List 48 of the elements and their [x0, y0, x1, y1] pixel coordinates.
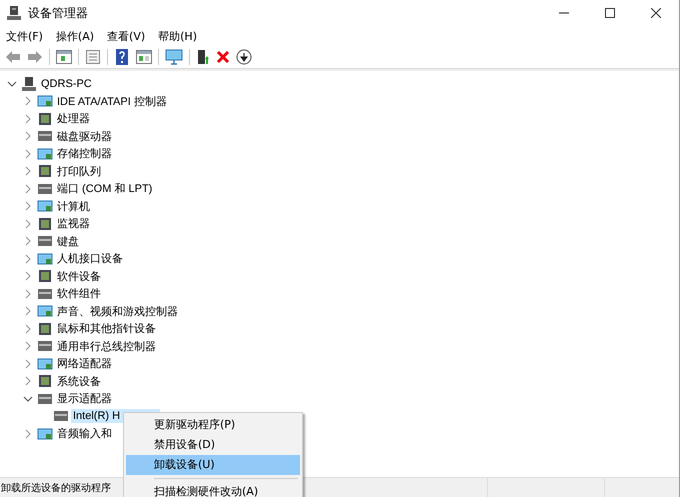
- tree-item[interactable]: 网络适配器: [55, 355, 114, 372]
- panel-toggle-button[interactable]: [53, 47, 75, 67]
- status-text: 卸载所选设备的驱动程序: [0, 482, 111, 494]
- panel-toggle-button[interactable]: [133, 47, 155, 67]
- tree-item[interactable]: 计算机: [55, 198, 92, 215]
- tree-item[interactable]: 鼠标和其他指针设备: [55, 320, 158, 338]
- tree-item[interactable]: 端口 (COM 和 LPT): [55, 180, 154, 198]
- context-menu-item[interactable]: 扫描检测硬件改动(A): [126, 482, 300, 497]
- monitor-icon: [37, 146, 53, 162]
- tree-item[interactable]: 音频输入和: [55, 425, 114, 442]
- tree-item[interactable]: 通用串行总线控制器: [55, 338, 158, 355]
- monitor-icon: [37, 426, 53, 442]
- tree-item[interactable]: 磁盘驱动器: [55, 128, 114, 145]
- maximize-icon: [605, 8, 615, 18]
- monitor-icon: [37, 356, 53, 372]
- tree-item[interactable]: 软件组件: [55, 285, 103, 302]
- menu-item[interactable]: 操作(A): [50, 26, 102, 46]
- computer-icon: [21, 76, 37, 92]
- menu-item[interactable]: 帮助(H): [153, 26, 205, 46]
- monitor-icon: [37, 250, 53, 267]
- tree-item[interactable]: 处理器: [55, 110, 92, 128]
- tree-item[interactable]: 系统设备: [55, 372, 103, 390]
- chip-icon: [37, 373, 53, 390]
- computer-icon: [6, 5, 22, 21]
- tree-item[interactable]: 打印队列: [55, 162, 103, 180]
- context-menu-item[interactable]: 卸载设备(U): [126, 455, 300, 475]
- tree-item[interactable]: 键盘: [55, 232, 81, 250]
- chip-icon: [37, 320, 53, 337]
- chip-icon: [37, 163, 53, 180]
- tree-item[interactable]: 存储控制器: [55, 145, 114, 162]
- chip-icon: [37, 216, 53, 232]
- tree-item[interactable]: 软件设备: [55, 268, 103, 285]
- menu-item[interactable]: 文件(F): [1, 26, 51, 46]
- tree-item[interactable]: IDE ATA/ATAPI 控制器: [55, 92, 169, 110]
- chip-icon: [37, 268, 53, 284]
- context-menu-item[interactable]: 禁用设备(D): [126, 435, 300, 455]
- close-icon: [651, 8, 661, 18]
- tree-item[interactable]: 人机接口设备: [55, 250, 125, 268]
- menu-item[interactable]: 查看(V): [102, 26, 154, 46]
- tree-item[interactable]: QDRS-PC: [39, 76, 94, 91]
- chip-icon: [37, 110, 53, 127]
- tree-item[interactable]: 监视器: [55, 215, 92, 232]
- monitor-icon: [37, 303, 53, 320]
- tree-item[interactable]: 显示适配器: [55, 390, 114, 408]
- monitor-icon: [37, 198, 53, 214]
- monitor-icon: [37, 93, 53, 110]
- window-title: 设备管理器: [28, 4, 88, 22]
- tree-item[interactable]: 声音、视频和游戏控制器: [55, 302, 180, 320]
